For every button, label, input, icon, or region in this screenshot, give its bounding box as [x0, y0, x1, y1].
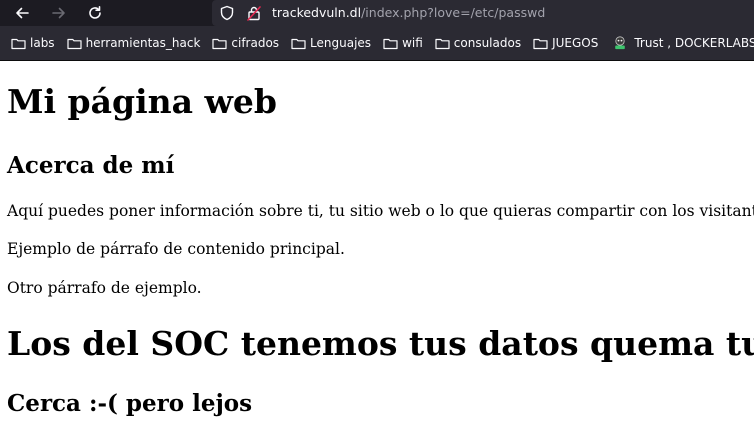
- example-paragraph: Otro párrafo de ejemplo.: [7, 279, 202, 297]
- bookmark-label: wifi: [402, 36, 423, 50]
- bookmark-label: Trust , DOCKERLABS: [634, 36, 754, 50]
- reload-icon: [89, 6, 101, 19]
- bookmark-label: herramientas_hack: [85, 36, 201, 50]
- arrow-right-icon: [52, 7, 65, 19]
- bookmark-folder-labs[interactable]: labs: [11, 26, 55, 60]
- bookmark-label: consulados: [453, 36, 522, 50]
- bookmark-label: Lenguajes: [310, 36, 372, 50]
- back-button[interactable]: [9, 0, 35, 26]
- page-title: Mi página web: [7, 82, 277, 121]
- page-content: Mi página web Acerca de mí Aquí puedes p…: [0, 62, 754, 428]
- tracking-protection-shield-icon[interactable]: [218, 4, 236, 22]
- bookmark-folder-consulados[interactable]: consulados: [435, 26, 522, 60]
- folder-icon: [11, 37, 26, 50]
- bookmarks-toolbar: labs herramientas_hack cifrados Lenguaje…: [0, 26, 754, 61]
- bookmark-folder-herramientas-hack[interactable]: herramientas_hack: [66, 26, 201, 60]
- bookmark-folder-lenguajes[interactable]: Lenguajes: [291, 26, 372, 60]
- sub-heading: Cerca :-( pero lejos: [7, 390, 253, 417]
- arrow-left-icon: [16, 7, 29, 19]
- folder-icon: [291, 37, 306, 50]
- folder-icon: [383, 37, 398, 50]
- bookmark-label: cifrados: [231, 36, 280, 50]
- about-paragraph: Aquí puedes poner información sobre ti, …: [7, 202, 754, 220]
- folder-icon: [533, 37, 548, 50]
- bookmark-dockerlabs[interactable]: Trust , DOCKERLABS: [610, 26, 754, 60]
- reload-button[interactable]: [82, 0, 108, 26]
- bookmark-folder-wifi[interactable]: wifi: [383, 26, 423, 60]
- content-paragraph: Ejemplo de párrafo de contenido principa…: [7, 240, 345, 258]
- browser-toolbar: trackedvuln.dl/index.php?love=/etc/passw…: [0, 0, 754, 26]
- address-bar[interactable]: trackedvuln.dl/index.php?love=/etc/passw…: [212, 0, 754, 26]
- about-heading: Acerca de mí: [7, 152, 175, 179]
- folder-icon: [212, 37, 227, 50]
- forward-button[interactable]: [46, 0, 72, 26]
- url-path: /index.php?love=/etc/passwd: [361, 5, 546, 20]
- bookmark-folder-juegos[interactable]: JUEGOS: [533, 26, 599, 60]
- soc-heading: Los del SOC tenemos tus datos quema tu p…: [7, 324, 754, 363]
- insecure-connection-lock-icon[interactable]: [245, 4, 263, 22]
- dockerlabs-favicon-icon: [612, 35, 628, 51]
- url-host: trackedvuln.dl: [272, 5, 362, 20]
- folder-icon: [435, 37, 450, 50]
- url-text[interactable]: trackedvuln.dl/index.php?love=/etc/passw…: [272, 4, 545, 22]
- bookmark-label: labs: [30, 36, 55, 50]
- folder-icon: [66, 37, 82, 50]
- bookmark-label: JUEGOS: [552, 36, 599, 50]
- bookmark-folder-cifrados[interactable]: cifrados: [212, 26, 280, 60]
